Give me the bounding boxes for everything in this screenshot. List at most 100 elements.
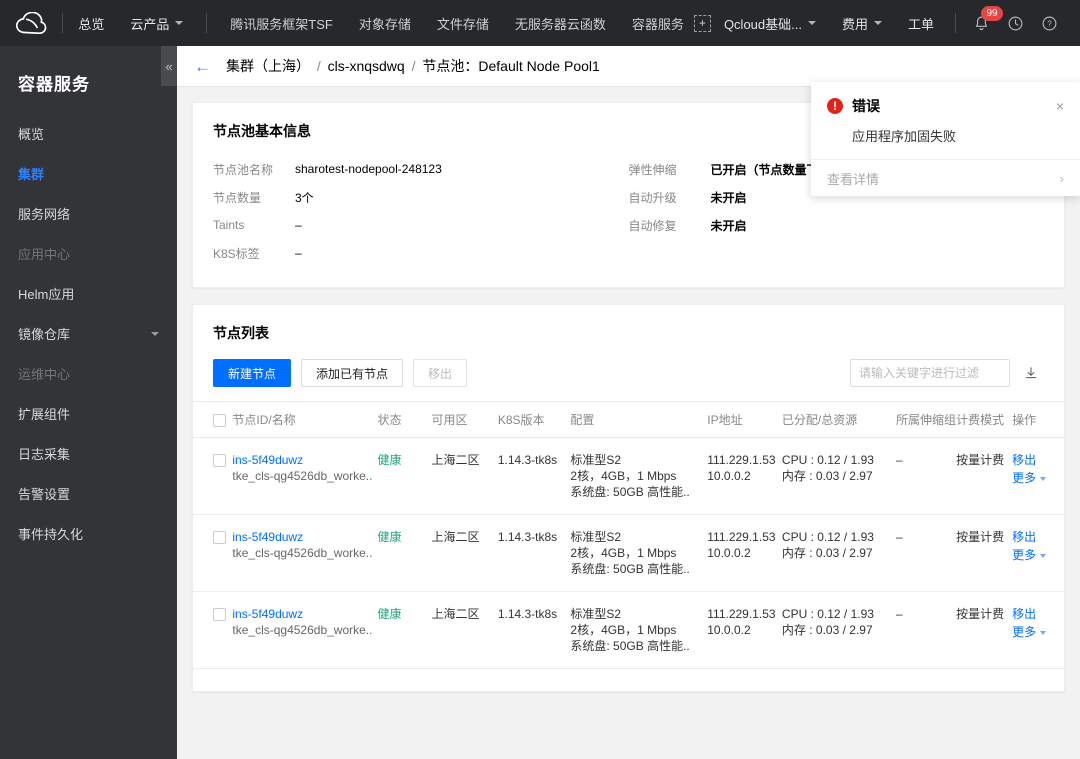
col-billing: 计费模式: [956, 401, 1013, 438]
breadcrumb: 集群（上海） / cls-xnqsdwq / 节点池：Default Node …: [226, 56, 600, 76]
help-button[interactable]: ?: [1032, 0, 1066, 46]
table-row[interactable]: ins-5f49duwz tke_cls-qg4526db_worke.. 健康…: [193, 591, 1064, 669]
breadcrumb-bar: ← 集群（上海） / cls-xnqsdwq / 节点池：Default Nod…: [177, 46, 1080, 87]
sidebar-item-helm[interactable]: Helm应用: [0, 277, 177, 310]
cell-k8s-version: 1.14.3-tk8s: [497, 437, 571, 515]
view-details-label: 查看详情: [827, 171, 880, 187]
cell-ip: 111.229.1.53 10.0.0.2: [707, 437, 782, 515]
breadcrumb-separator: /: [411, 58, 416, 74]
search-box[interactable]: [850, 359, 1014, 387]
info-value: 3个: [295, 190, 314, 205]
chevron-down-icon: [1040, 630, 1047, 635]
nav-item-billing[interactable]: 费用: [829, 0, 895, 46]
nav-tab-cfs[interactable]: 文件存储: [424, 0, 502, 46]
chevron-down-icon: [1040, 476, 1047, 481]
cell-k8s-version: 1.14.3-tk8s: [497, 514, 571, 592]
cell-node-id: ins-5f49duwz tke_cls-qg4526db_worke..: [232, 514, 378, 592]
sidebar-item-alarm-settings-label: 告警设置: [18, 487, 71, 502]
node-id-link[interactable]: ins-5f49duwz: [232, 529, 377, 545]
sidebar-item-image-registry[interactable]: 镜像仓库: [0, 317, 177, 350]
col-node-id: 节点ID/名称: [232, 401, 378, 438]
sidebar-item-event-persistence[interactable]: 事件持久化: [0, 517, 177, 550]
status-badge: 健康: [377, 607, 402, 621]
row-more-menu[interactable]: 更多: [1012, 470, 1064, 486]
nav-tab-scf[interactable]: 无服务器云函数: [502, 0, 619, 46]
app-root: 总览 云产品 腾讯服务框架TSF 对象存储 文件存储 无服务器云函数 容器服务: [0, 0, 1080, 759]
cell-status: 健康: [377, 514, 432, 592]
nav-divider-2: [206, 13, 208, 33]
row-more-menu[interactable]: 更多: [1012, 547, 1064, 563]
cell-k8s-version: 1.14.3-tk8s: [497, 591, 571, 669]
create-node-button[interactable]: 新建节点: [213, 359, 292, 387]
sidebar-collapse-button[interactable]: «: [161, 46, 177, 86]
ip-public: 111.229.1.53: [707, 453, 776, 467]
sidebar-item-cluster[interactable]: 集群: [0, 157, 177, 190]
nav-item-billing-label: 费用: [841, 16, 868, 32]
error-notification-title: 错误: [852, 98, 880, 114]
close-icon[interactable]: ×: [1056, 99, 1064, 113]
breadcrumb-cluster-region[interactable]: 集群（上海）: [226, 58, 310, 74]
nav-tab-cos[interactable]: 对象存储: [346, 0, 424, 46]
sidebar-item-log-collection[interactable]: 日志采集: [0, 437, 177, 470]
brand-logo[interactable]: [0, 12, 62, 34]
nav-tab-tsf-label: 腾讯服务框架TSF: [230, 16, 333, 32]
col-config: 配置: [570, 401, 708, 438]
row-more-label: 更多: [1012, 625, 1037, 639]
svg-text:?: ?: [1047, 19, 1052, 28]
node-list-toolbar: 新建节点 添加已有节点 移出: [193, 343, 1064, 387]
row-remove-link[interactable]: 移出: [1012, 529, 1064, 545]
nav-item-overview[interactable]: 总览: [62, 0, 117, 46]
ip-public: 111.229.1.53: [707, 530, 776, 544]
nav-item-cloud-products[interactable]: 云产品: [117, 0, 196, 46]
ip-public: 111.229.1.53: [707, 607, 776, 621]
view-details-button[interactable]: 查看详情 ›: [811, 159, 1080, 196]
node-list-card: 节点列表 新建节点 添加已有节点 移出 请输入关键字进行过滤 节点ID/名称 状…: [192, 304, 1065, 692]
nav-tab-cfs-label: 文件存储: [436, 16, 489, 32]
nav-tab-tsf[interactable]: 腾讯服务框架TSF: [217, 0, 346, 46]
resource-cpu: CPU : 0.12 / 1.93: [781, 530, 874, 544]
row-select-cell: [193, 591, 233, 669]
config-line-2: 2核，4GB，1 Mbps: [570, 546, 677, 560]
sidebar-item-extensions[interactable]: 扩展组件: [0, 397, 177, 430]
notifications-button[interactable]: 99: [964, 0, 1003, 46]
history-button[interactable]: [998, 0, 1032, 46]
download-button[interactable]: [1018, 359, 1044, 387]
error-notification-body: ! 错误 × 应用程序加固失败: [811, 82, 1080, 159]
row-checkbox[interactable]: [213, 531, 226, 545]
search-input[interactable]: [859, 366, 1014, 380]
node-id-link[interactable]: ins-5f49duwz: [232, 452, 377, 468]
nav-account-switcher[interactable]: Qcloud基础...: [711, 0, 829, 46]
col-status: 状态: [377, 401, 432, 438]
info-label: Taints: [213, 218, 245, 232]
nav-tab-tke[interactable]: 容器服务: [619, 0, 690, 46]
row-checkbox[interactable]: [213, 454, 226, 468]
cell-resources: CPU : 0.12 / 1.93 内存 : 0.03 / 2.97: [781, 514, 896, 592]
table-row[interactable]: ins-5f49duwz tke_cls-qg4526db_worke.. 健康…: [193, 437, 1064, 515]
breadcrumb-cluster-id[interactable]: cls-xnqsdwq: [328, 58, 405, 74]
sidebar: 容器服务 概览 集群 服务网络 应用中心 Helm应用 镜像仓库 运维中心 扩展…: [0, 46, 177, 759]
nav-item-tickets[interactable]: 工单: [895, 0, 947, 46]
table-row[interactable]: ins-5f49duwz tke_cls-qg4526db_worke.. 健康…: [193, 514, 1064, 592]
add-existing-node-button[interactable]: 添加已有节点: [301, 359, 404, 387]
cell-scaling-group: –: [895, 591, 957, 669]
cell-billing: 按量计费: [956, 591, 1013, 669]
row-checkbox[interactable]: [213, 608, 226, 622]
nav-item-overview-label: 总览: [78, 16, 105, 32]
add-tab-button[interactable]: +: [693, 14, 711, 32]
row-remove-link[interactable]: 移出: [1012, 452, 1064, 468]
config-line-3: 系统盘: 50GB 高性能..: [570, 485, 690, 499]
resource-memory: 内存 : 0.03 / 2.97: [781, 623, 873, 637]
node-table-header-row: 节点ID/名称 状态 可用区 K8S版本 配置 IP地址 已分配/总资源 所属伸…: [193, 401, 1064, 438]
sidebar-item-overview[interactable]: 概览: [0, 117, 177, 150]
cell-billing: 按量计费: [956, 437, 1013, 515]
back-button[interactable]: ←: [194, 58, 211, 75]
error-notification-message: 应用程序加固失败: [852, 129, 957, 144]
ip-private: 10.0.0.2: [707, 546, 751, 560]
node-id-link[interactable]: ins-5f49duwz: [232, 606, 377, 622]
cell-zone: 上海二区: [431, 514, 498, 592]
sidebar-item-service-network[interactable]: 服务网络: [0, 197, 177, 230]
sidebar-item-alarm-settings[interactable]: 告警设置: [0, 477, 177, 510]
select-all-checkbox[interactable]: [213, 413, 226, 427]
row-remove-link[interactable]: 移出: [1012, 606, 1064, 622]
row-more-menu[interactable]: 更多: [1012, 624, 1064, 640]
